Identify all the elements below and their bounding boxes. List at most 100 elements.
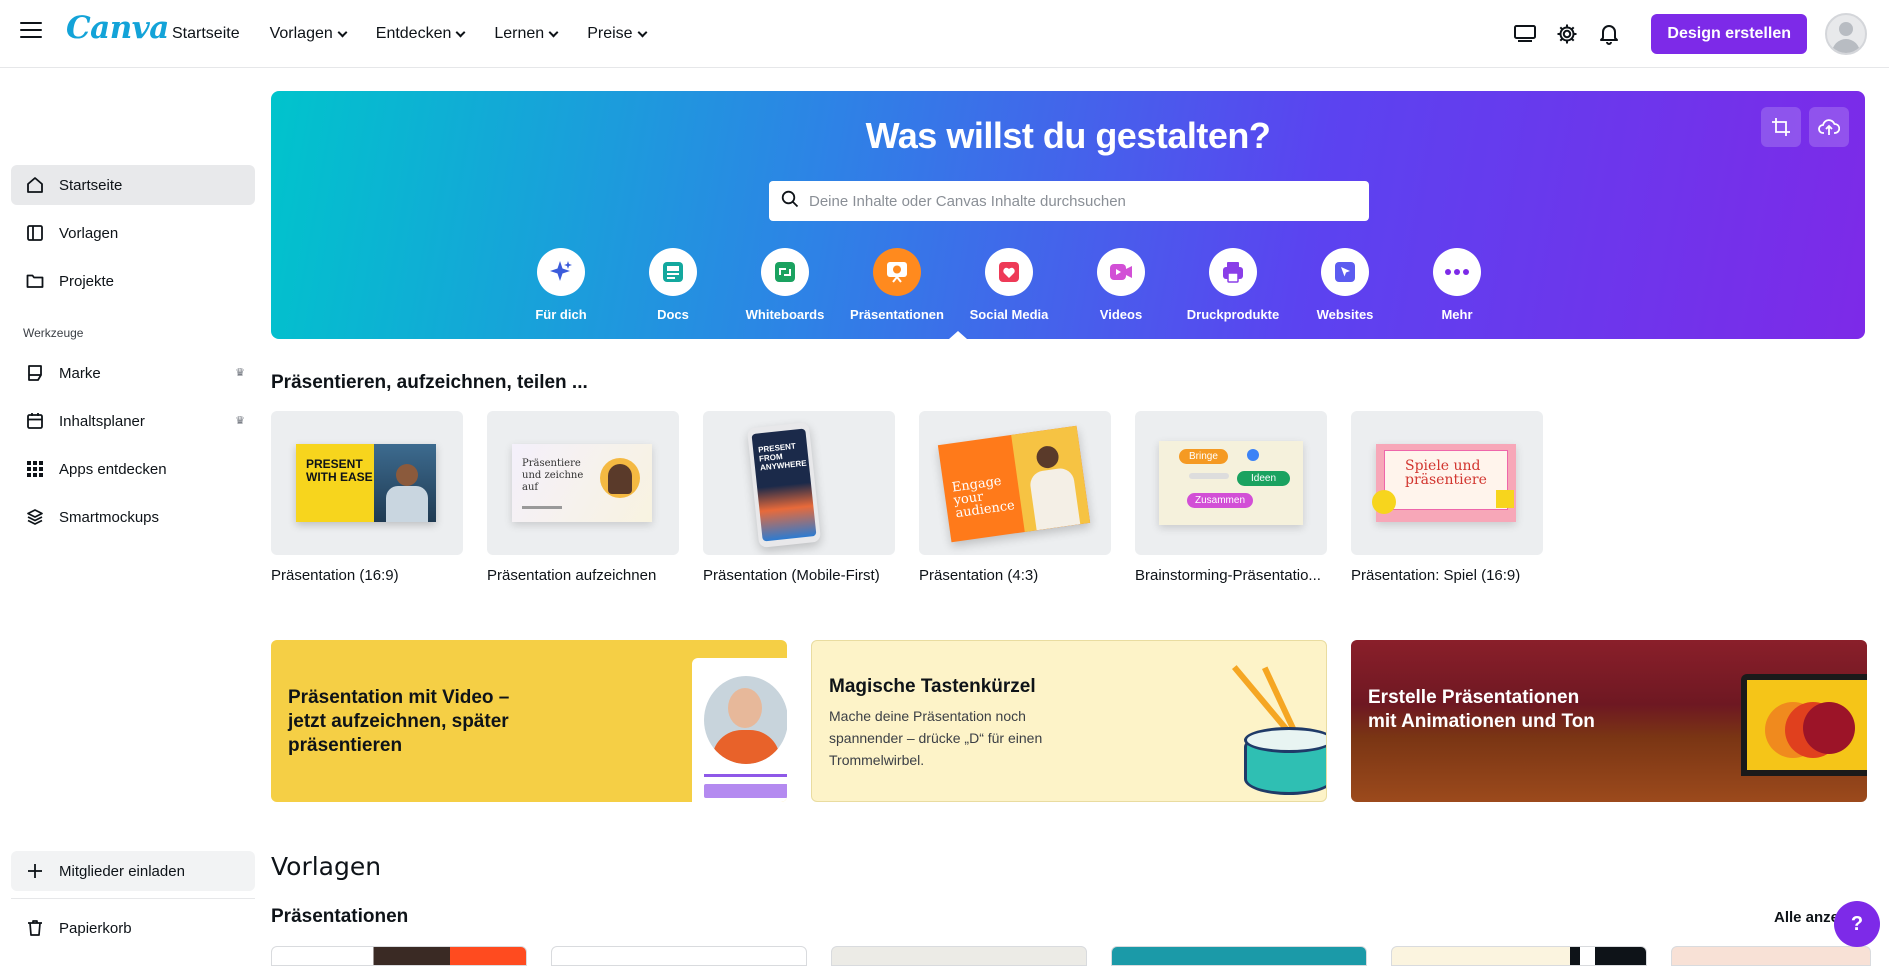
template-label: Präsentation (Mobile-First) bbox=[703, 567, 880, 584]
template-preview[interactable] bbox=[831, 946, 1087, 966]
banner-description: Mache deine Präsentation noch spannender… bbox=[829, 708, 1043, 768]
trash-icon bbox=[25, 918, 45, 938]
sidebar-item-projekte[interactable]: Projekte bbox=[11, 261, 255, 301]
crop-resize-icon[interactable] bbox=[1761, 107, 1801, 147]
upload-cloud-icon[interactable] bbox=[1809, 107, 1849, 147]
active-category-indicator bbox=[949, 331, 967, 339]
sparkle-icon bbox=[537, 248, 585, 296]
nav-entdecken[interactable]: Entdecken bbox=[376, 25, 466, 43]
canva-logo[interactable]: Canva bbox=[66, 10, 169, 46]
apps-grid-icon bbox=[25, 459, 45, 479]
template-card-spiel[interactable]: Spiele und präsentiere Präsentation: Spi… bbox=[1351, 411, 1543, 584]
whiteboard-icon bbox=[761, 248, 809, 296]
top-bar: Canva Startseite Vorlagen Entdecken Lern… bbox=[0, 0, 1889, 68]
template-card-16-9[interactable]: PRESENT WITH EASE Präsentation (16:9) bbox=[271, 411, 463, 584]
cursor-icon bbox=[1321, 248, 1369, 296]
nav-startseite[interactable]: Startseite bbox=[172, 25, 240, 43]
template-thumbnail: PRESENT WITH EASE bbox=[271, 411, 463, 555]
drum-illustration bbox=[1222, 665, 1326, 801]
banner-title: Präsentation mit Video – jetzt aufzeichn… bbox=[288, 687, 510, 756]
category-social-media[interactable]: Social Media bbox=[953, 248, 1065, 322]
sidebar: Startseite Vorlagen Projekte Werkzeuge M… bbox=[0, 68, 262, 956]
promo-banner-video[interactable]: Präsentation mit Video – jetzt aufzeichn… bbox=[271, 640, 787, 802]
sidebar-item-label: Vorlagen bbox=[59, 224, 119, 242]
sidebar-divider bbox=[11, 898, 255, 899]
template-preview[interactable] bbox=[271, 946, 527, 966]
category-videos[interactable]: Videos bbox=[1065, 248, 1177, 322]
folder-icon bbox=[25, 271, 45, 291]
plus-icon bbox=[25, 861, 45, 881]
video-icon bbox=[1097, 248, 1145, 296]
template-card-brainstorming[interactable]: Bringe Ideen Zusammen Brainstorming-Präs… bbox=[1135, 411, 1327, 584]
top-right-actions: Design erstellen bbox=[1513, 0, 1867, 68]
category-mehr[interactable]: Mehr bbox=[1401, 248, 1513, 322]
template-thumbnail: PRESENT FROM ANYWHERE bbox=[703, 411, 895, 555]
sidebar-item-label: Apps entdecken bbox=[59, 460, 167, 478]
notification-bell-icon[interactable] bbox=[1597, 22, 1621, 46]
sidebar-item-papierkorb[interactable]: Papierkorb bbox=[11, 908, 255, 948]
template-thumbnail: Bringe Ideen Zusammen bbox=[1135, 411, 1327, 555]
sidebar-item-vorlagen[interactable]: Vorlagen bbox=[11, 213, 255, 253]
section-title-templates: Vorlagen bbox=[271, 852, 382, 881]
section-title-present: Präsentieren, aufzeichnen, teilen ... bbox=[271, 372, 588, 393]
laptop-mockup bbox=[1741, 674, 1867, 776]
mockup-layers-icon bbox=[25, 507, 45, 527]
template-label: Präsentation aufzeichnen bbox=[487, 567, 657, 584]
template-preview[interactable] bbox=[551, 946, 807, 966]
sidebar-item-apps-entdecken[interactable]: Apps entdecken bbox=[11, 449, 255, 489]
invite-members-button[interactable]: Mitglieder einladen bbox=[11, 851, 255, 891]
category-druckprodukte[interactable]: Druckprodukte bbox=[1177, 248, 1289, 322]
search-icon bbox=[781, 190, 799, 213]
promo-banner-animations[interactable]: Erstelle Präsentationen mit Animationen … bbox=[1351, 640, 1867, 802]
print-icon bbox=[1209, 248, 1257, 296]
design-create-button[interactable]: Design erstellen bbox=[1651, 14, 1807, 54]
category-praesentationen[interactable]: Präsentationen bbox=[841, 248, 953, 322]
template-card-aufzeichnen[interactable]: Präsentiere und zeichne auf Präsentation… bbox=[487, 411, 679, 584]
template-card-mobile-first[interactable]: PRESENT FROM ANYWHERE Präsentation (Mobi… bbox=[703, 411, 895, 584]
menu-icon[interactable] bbox=[20, 22, 42, 40]
sidebar-item-label: Startseite bbox=[59, 176, 123, 194]
template-label: Präsentation: Spiel (16:9) bbox=[1351, 567, 1521, 584]
sidebar-item-startseite[interactable]: Startseite bbox=[11, 165, 255, 205]
template-card-4-3[interactable]: Engage your audience Präsentation (4:3) bbox=[919, 411, 1111, 584]
template-preview[interactable] bbox=[1391, 946, 1647, 966]
template-icon bbox=[25, 223, 45, 243]
template-preview[interactable] bbox=[1111, 946, 1367, 966]
see-all-link[interactable]: Alle anze bbox=[1774, 909, 1839, 926]
sidebar-item-marke[interactable]: Marke ♛ bbox=[11, 353, 255, 393]
tools-heading: Werkzeuge bbox=[23, 326, 84, 340]
sidebar-item-inhaltsplaner[interactable]: Inhaltsplaner ♛ bbox=[11, 401, 255, 441]
sidebar-item-smartmockups[interactable]: Smartmockups bbox=[11, 497, 255, 537]
help-button[interactable]: ? bbox=[1834, 901, 1880, 947]
nav-lernen[interactable]: Lernen bbox=[494, 25, 559, 43]
nav-vorlagen[interactable]: Vorlagen bbox=[270, 25, 348, 43]
chevron-down-icon bbox=[637, 27, 648, 37]
avatar[interactable] bbox=[1825, 13, 1867, 55]
category-docs[interactable]: Docs bbox=[617, 248, 729, 322]
category-fuer-dich[interactable]: Für dich bbox=[505, 248, 617, 322]
template-thumbnail: Spiele und präsentiere bbox=[1351, 411, 1543, 555]
template-thumbnail: Präsentiere und zeichne auf bbox=[487, 411, 679, 555]
category-websites[interactable]: Websites bbox=[1289, 248, 1401, 322]
chevron-down-icon bbox=[455, 27, 466, 37]
crown-icon: ♛ bbox=[235, 415, 245, 427]
hero-banner: Was willst du gestalten? Für dich Docs W… bbox=[271, 91, 1865, 339]
more-icon bbox=[1433, 248, 1481, 296]
heart-icon bbox=[985, 248, 1033, 296]
template-thumbnail: Engage your audience bbox=[919, 411, 1111, 555]
template-label: Präsentation (16:9) bbox=[271, 567, 399, 584]
settings-gear-icon[interactable] bbox=[1555, 22, 1579, 46]
banner-title: Erstelle Präsentationen mit Animationen … bbox=[1368, 687, 1595, 732]
template-label: Präsentation (4:3) bbox=[919, 567, 1039, 584]
category-whiteboards[interactable]: Whiteboards bbox=[729, 248, 841, 322]
search-bar[interactable] bbox=[769, 181, 1369, 221]
sidebar-item-label: Inhaltsplaner bbox=[59, 412, 145, 430]
nav-preise[interactable]: Preise bbox=[587, 25, 648, 43]
presentation-icon bbox=[873, 248, 921, 296]
desktop-icon[interactable] bbox=[1513, 22, 1537, 46]
banner-title: Magische Tastenkürzel bbox=[829, 676, 1036, 697]
template-preview[interactable] bbox=[1671, 946, 1871, 966]
search-input[interactable] bbox=[809, 192, 1349, 210]
promo-banner-shortcuts[interactable]: Magische Tastenkürzel Mache deine Präsen… bbox=[811, 640, 1327, 802]
home-icon bbox=[25, 175, 45, 195]
